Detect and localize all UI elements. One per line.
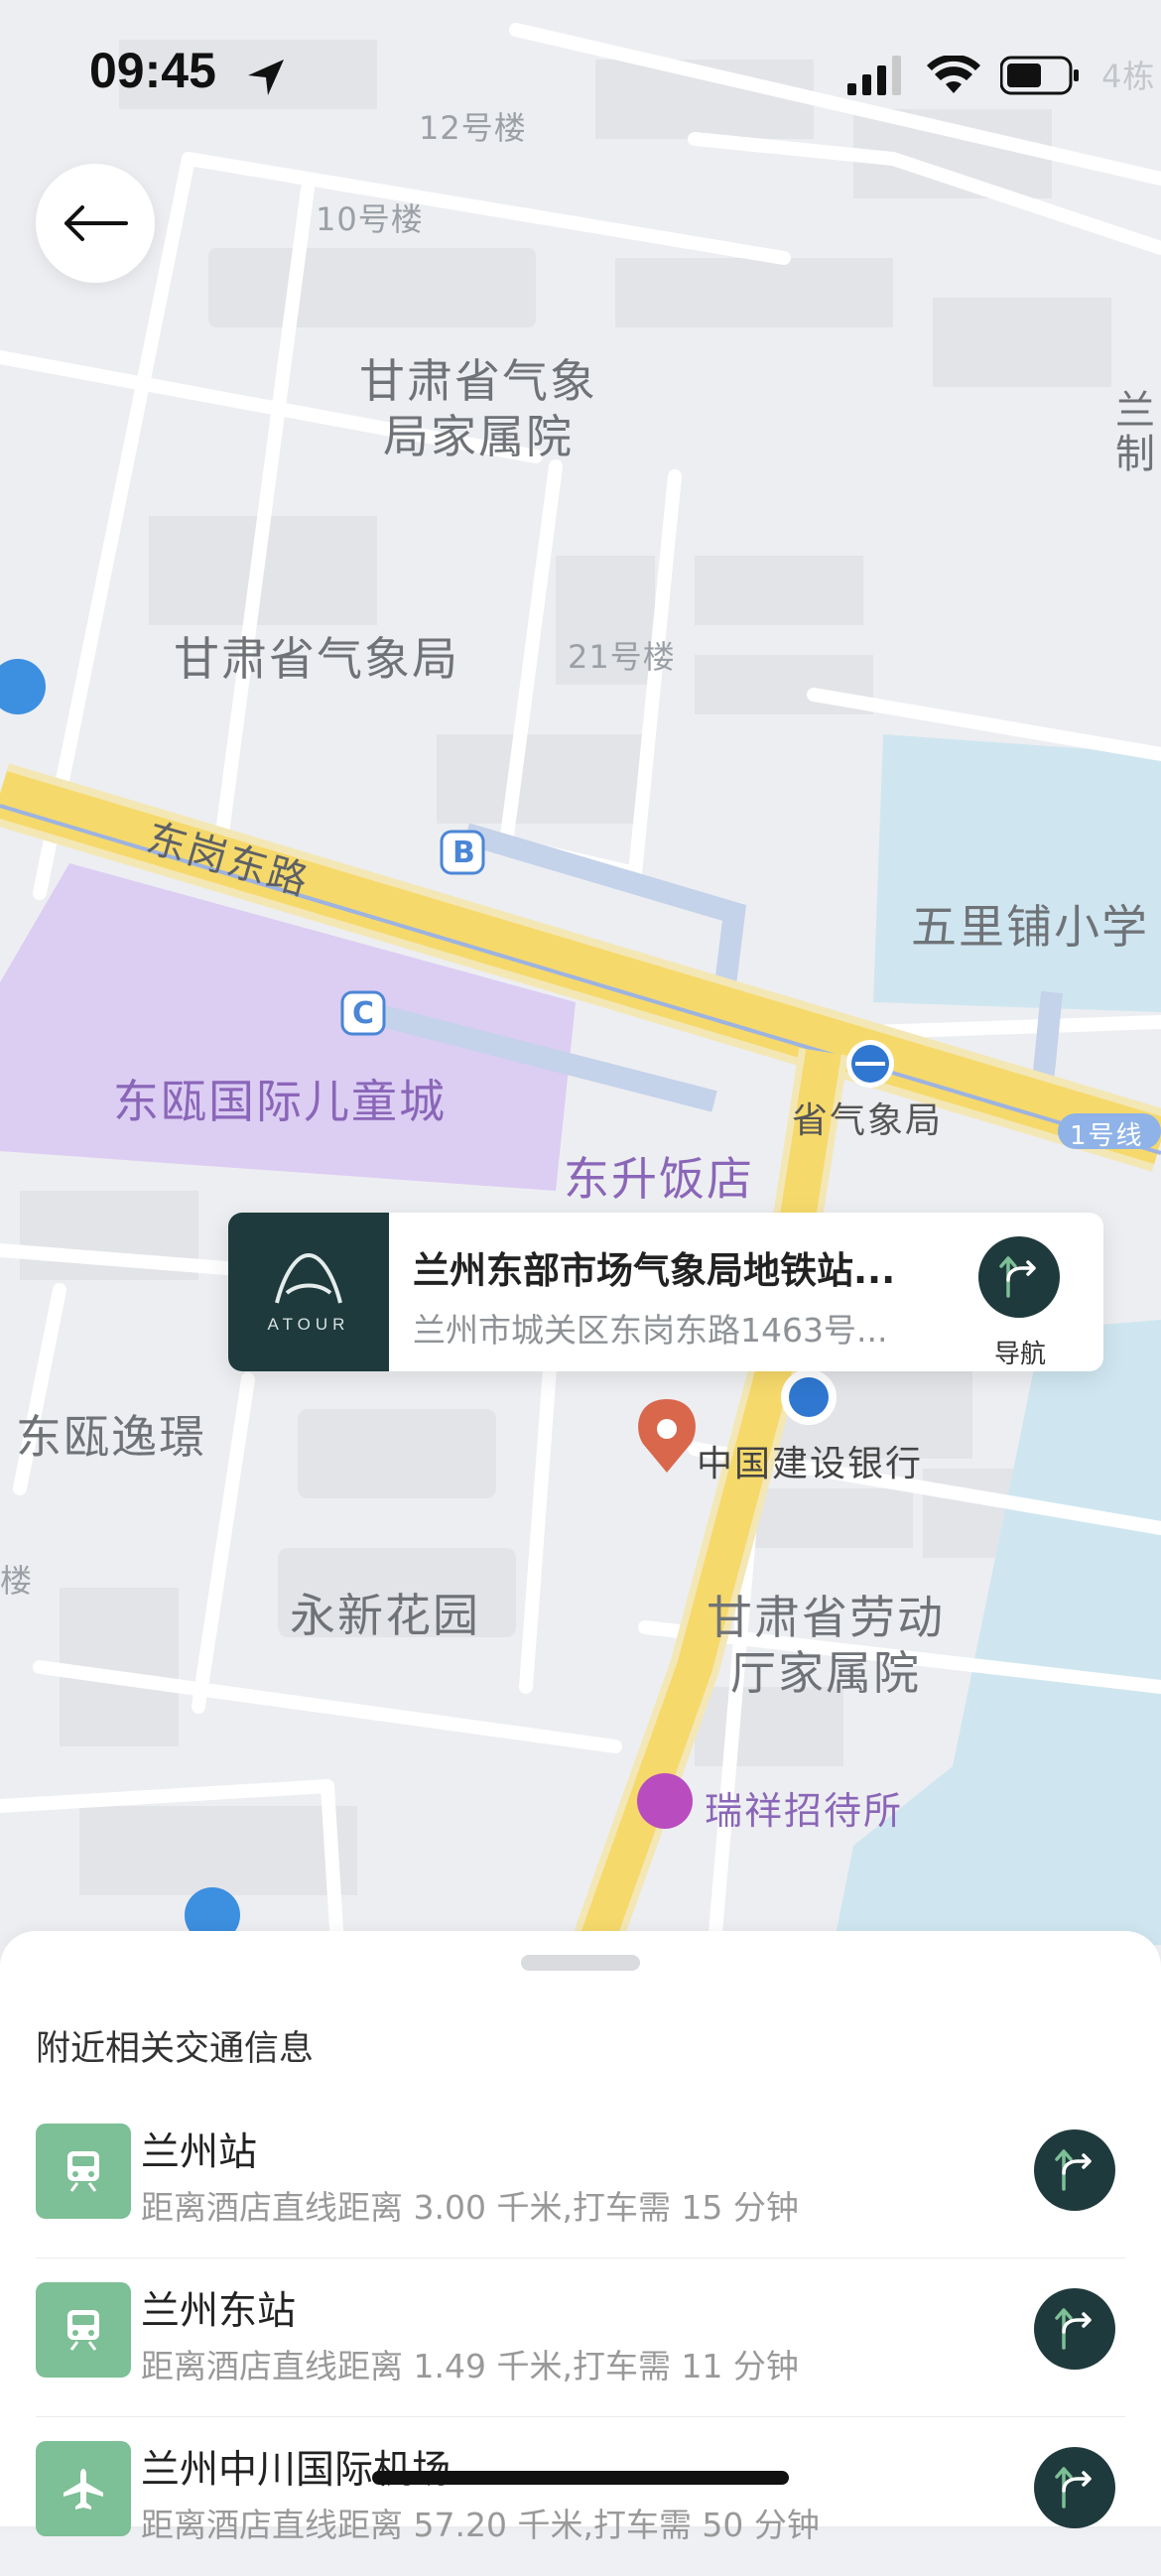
- bus-stop-c-label[interactable]: C: [352, 996, 376, 1031]
- bus-stop-b-label[interactable]: B: [452, 836, 477, 870]
- transport-sheet: 附近相关交通信息 兰州站 距离酒店直线距离 3.00 千米,打车需 15 分钟: [0, 1931, 1161, 2544]
- map-label-weather-housing-line2: 局家属院: [383, 410, 574, 463]
- transport-desc: 距离酒店直线距离 57.20 千米,打车需 50 分钟: [141, 2506, 820, 2544]
- transport-name: 兰州中川国际机场: [141, 2448, 452, 2493]
- transport-icon-box: [36, 2441, 131, 2536]
- navigate-label[interactable]: 导航: [970, 1334, 1070, 1370]
- transport-navigate-button[interactable]: [1034, 2288, 1115, 2370]
- hotel-logo: ATOUR: [228, 1213, 389, 1371]
- map-label-metro-station[interactable]: 省气象局: [792, 1092, 943, 1143]
- train-icon: [67, 2310, 99, 2351]
- map-label-weather-housing: 甘肃省气象 局家属院: [359, 353, 597, 464]
- hotel-name: 兰州东部市场气象局地铁站...: [413, 1249, 896, 1292]
- map-label-ccb[interactable]: 中国建设银行: [697, 1435, 923, 1486]
- transport-desc: 距离酒店直线距离 3.00 千米,打车需 15 分钟: [141, 2188, 799, 2227]
- hotel-address: 兰州市城关区东岗东路1463号...: [413, 1311, 888, 1350]
- transport-name: 兰州东站: [141, 2289, 297, 2334]
- map-label-weather-housing-line1: 甘肃省气象: [359, 354, 597, 408]
- map-label-labor-housing: 甘肃省劳动 厅家属院: [707, 1590, 945, 1701]
- back-button[interactable]: [36, 164, 155, 283]
- hotel-brand: ATOUR: [267, 1315, 350, 1334]
- atour-logo-icon: [275, 1252, 342, 1304]
- navigation-turn-icon: [1055, 2149, 1092, 2191]
- transport-name: 兰州站: [141, 2130, 258, 2175]
- status-time: 09:45: [89, 43, 216, 98]
- transport-icon-box: [36, 2124, 131, 2219]
- map-label-line1: 1号线: [1070, 1121, 1144, 1151]
- transport-desc: 距离酒店直线距离 1.49 千米,打车需 11 分钟: [141, 2347, 799, 2385]
- map-label-bldg10: 10号楼: [316, 200, 424, 238]
- hotel-card[interactable]: ATOUR 兰州东部市场气象局地铁站... 兰州市城关区东岗东路1463号...…: [228, 1213, 1103, 1371]
- map-label-labor-housing-line2: 厅家属院: [730, 1646, 921, 1700]
- status-bar: 09:45: [0, 0, 1161, 149]
- map-label-edge-right-line1: 兰: [1115, 388, 1157, 434]
- map-label-labor-housing-line1: 甘肃省劳动: [707, 1591, 945, 1644]
- map-view[interactable]: 12号楼 10号楼 4栋 甘肃省气象 局家属院 甘肃省气象局 21号楼 东岗东路…: [0, 0, 1161, 1945]
- sheet-title: 附近相关交通信息: [36, 2029, 315, 2069]
- map-label-dongsheng-hotel: 东升饭店: [564, 1152, 754, 1206]
- transport-icon-box: [36, 2282, 131, 2378]
- map-label-wuli-school: 五里铺小学: [911, 900, 1149, 954]
- transport-item-lanzhou-east[interactable]: 兰州东站 距离酒店直线距离 1.49 千米,打车需 11 分钟: [36, 2258, 1125, 2417]
- battery-icon: [1000, 56, 1079, 95]
- map-label-bldg-edge: 楼: [0, 1562, 34, 1600]
- map-label-edge-right-line2: 制: [1115, 432, 1157, 477]
- transport-item-lanzhou[interactable]: 兰州站 距离酒店直线距离 3.00 千米,打车需 15 分钟: [36, 2100, 1125, 2258]
- map-label-weather-bureau: 甘肃省气象局: [174, 632, 459, 686]
- sheet-drag-handle[interactable]: [521, 1955, 640, 1971]
- navigation-turn-icon: [1055, 2308, 1092, 2350]
- signal-icon: [847, 56, 901, 95]
- map-label-dongou-yijing: 东瓯逸璟: [16, 1410, 206, 1464]
- transport-item-airport[interactable]: 兰州中川国际机场 距离酒店直线距离 57.20 千米,打车需 50 分钟: [36, 2417, 1125, 2576]
- map-label-bldg21: 21号楼: [568, 638, 676, 676]
- arrow-left-icon: [64, 205, 128, 241]
- train-icon: [67, 2151, 99, 2192]
- map-base: [0, 0, 1161, 1945]
- home-indicator[interactable]: [372, 2471, 789, 2485]
- map-label-yongxin: 永新花园: [290, 1589, 480, 1642]
- transport-navigate-button[interactable]: [1034, 2129, 1115, 2211]
- wifi-icon: [927, 56, 980, 93]
- transport-navigate-button[interactable]: [1034, 2447, 1115, 2528]
- map-label-dongou-city: 东瓯国际儿童城: [113, 1075, 447, 1128]
- plane-icon: [64, 2469, 103, 2510]
- location-arrow-icon: [248, 60, 284, 95]
- map-label-ruixiang[interactable]: 瑞祥招待所: [705, 1780, 903, 1835]
- navigation-turn-icon: [999, 1256, 1036, 1298]
- navigation-turn-icon: [1055, 2467, 1092, 2509]
- map-label-edge-right: 兰 制: [1115, 389, 1157, 476]
- navigate-button[interactable]: [978, 1236, 1060, 1318]
